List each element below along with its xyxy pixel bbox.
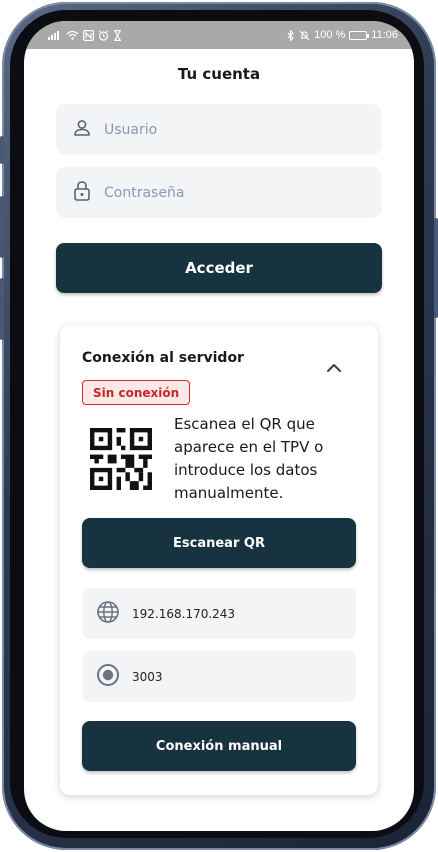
globe-icon xyxy=(96,600,120,628)
status-badge: Sin conexión xyxy=(82,380,191,405)
connection-instructions: Escanea el QR que aparece en el TPV o in… xyxy=(174,415,324,502)
wifi-icon xyxy=(66,30,79,40)
status-bar: 100 % 11:06 xyxy=(24,21,414,49)
volume-button xyxy=(0,136,4,164)
app-screen: 100 % 11:06 Tu cuenta Acceder Conexión a… xyxy=(24,21,414,831)
page-title: Tu cuenta xyxy=(177,65,261,83)
nfc-icon xyxy=(83,29,94,41)
manual-connection-button[interactable]: Conexión manual xyxy=(82,721,356,771)
volume-button xyxy=(0,278,4,340)
power-button xyxy=(434,218,438,318)
qr-code-icon xyxy=(90,428,152,494)
password-input[interactable] xyxy=(104,184,324,201)
status-left xyxy=(48,29,122,41)
chevron-up-icon[interactable] xyxy=(324,359,344,378)
port-field[interactable] xyxy=(82,651,356,702)
mute-icon xyxy=(299,30,310,41)
bluetooth-icon xyxy=(287,29,295,41)
server-connection-card: Conexión al servidor Sin conexión Escane… xyxy=(60,325,378,795)
user-icon xyxy=(72,118,92,142)
status-time: 11:06 xyxy=(371,29,398,41)
username-input[interactable] xyxy=(104,121,324,138)
ip-input[interactable] xyxy=(132,606,332,621)
port-input[interactable] xyxy=(132,669,332,684)
radio-target-icon xyxy=(96,663,120,691)
login-button[interactable]: Acceder xyxy=(56,243,382,293)
battery-icon xyxy=(349,30,370,40)
scan-qr-button[interactable]: Escanear QR xyxy=(82,518,356,568)
ip-field[interactable] xyxy=(82,588,356,639)
status-right: 100 % 11:06 xyxy=(287,29,398,41)
volume-button xyxy=(0,196,4,258)
hourglass-icon xyxy=(113,29,122,41)
username-field[interactable] xyxy=(56,104,382,155)
lock-icon xyxy=(72,180,92,206)
signal-icon xyxy=(48,30,62,40)
card-title: Conexión al servidor xyxy=(82,350,244,366)
alarm-icon xyxy=(98,29,109,41)
battery-percent: 100 % xyxy=(314,29,346,41)
password-field[interactable] xyxy=(56,167,382,218)
